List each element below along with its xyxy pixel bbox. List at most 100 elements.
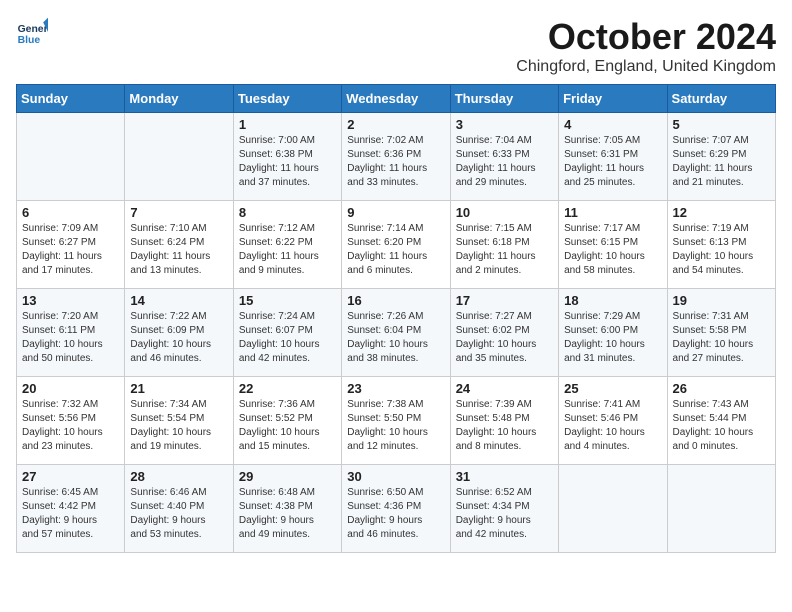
day-number: 12 [673, 205, 770, 220]
header: General Blue October 2024 Chingford, Eng… [16, 16, 776, 76]
calendar-cell: 26 Sunrise: 7:43 AM Sunset: 5:44 PM Dayli… [667, 377, 775, 465]
calendar-cell [125, 113, 233, 201]
day-info: Sunrise: 7:43 AM Sunset: 5:44 PM Dayligh… [673, 398, 770, 454]
calendar-cell: 17 Sunrise: 7:27 AM Sunset: 6:02 PM Dayli… [450, 289, 558, 377]
calendar-cell: 19 Sunrise: 7:31 AM Sunset: 5:58 PM Dayli… [667, 289, 775, 377]
day-number: 17 [456, 293, 553, 308]
header-row: SundayMondayTuesdayWednesdayThursdayFrid… [17, 85, 776, 113]
day-info: Sunrise: 7:02 AM Sunset: 6:36 PM Dayligh… [347, 134, 444, 190]
calendar-cell: 14 Sunrise: 7:22 AM Sunset: 6:09 PM Dayli… [125, 289, 233, 377]
calendar-cell: 10 Sunrise: 7:15 AM Sunset: 6:18 PM Dayli… [450, 201, 558, 289]
day-info: Sunrise: 7:24 AM Sunset: 6:07 PM Dayligh… [239, 310, 336, 366]
day-number: 27 [22, 469, 119, 484]
day-info: Sunrise: 7:32 AM Sunset: 5:56 PM Dayligh… [22, 398, 119, 454]
day-info: Sunrise: 7:09 AM Sunset: 6:27 PM Dayligh… [22, 222, 119, 278]
day-info: Sunrise: 7:12 AM Sunset: 6:22 PM Dayligh… [239, 222, 336, 278]
calendar-cell: 24 Sunrise: 7:39 AM Sunset: 5:48 PM Dayli… [450, 377, 558, 465]
day-header-monday: Monday [125, 85, 233, 113]
calendar-cell: 30 Sunrise: 6:50 AM Sunset: 4:36 PM Dayli… [342, 465, 450, 553]
day-info: Sunrise: 7:22 AM Sunset: 6:09 PM Dayligh… [130, 310, 227, 366]
day-number: 25 [564, 381, 661, 396]
day-header-friday: Friday [559, 85, 667, 113]
day-info: Sunrise: 7:17 AM Sunset: 6:15 PM Dayligh… [564, 222, 661, 278]
week-row-4: 20 Sunrise: 7:32 AM Sunset: 5:56 PM Dayli… [17, 377, 776, 465]
svg-text:General: General [18, 24, 48, 35]
day-info: Sunrise: 7:19 AM Sunset: 6:13 PM Dayligh… [673, 222, 770, 278]
week-row-2: 6 Sunrise: 7:09 AM Sunset: 6:27 PM Daylig… [17, 201, 776, 289]
day-number: 8 [239, 205, 336, 220]
week-row-1: 1 Sunrise: 7:00 AM Sunset: 6:38 PM Daylig… [17, 113, 776, 201]
day-header-sunday: Sunday [17, 85, 125, 113]
day-number: 13 [22, 293, 119, 308]
calendar-cell: 13 Sunrise: 7:20 AM Sunset: 6:11 PM Dayli… [17, 289, 125, 377]
day-info: Sunrise: 6:52 AM Sunset: 4:34 PM Dayligh… [456, 486, 553, 542]
calendar-cell: 5 Sunrise: 7:07 AM Sunset: 6:29 PM Daylig… [667, 113, 775, 201]
day-number: 23 [347, 381, 444, 396]
day-info: Sunrise: 7:14 AM Sunset: 6:20 PM Dayligh… [347, 222, 444, 278]
day-header-thursday: Thursday [450, 85, 558, 113]
day-number: 2 [347, 117, 444, 132]
calendar-cell: 4 Sunrise: 7:05 AM Sunset: 6:31 PM Daylig… [559, 113, 667, 201]
day-header-wednesday: Wednesday [342, 85, 450, 113]
day-info: Sunrise: 7:05 AM Sunset: 6:31 PM Dayligh… [564, 134, 661, 190]
day-info: Sunrise: 7:04 AM Sunset: 6:33 PM Dayligh… [456, 134, 553, 190]
day-number: 1 [239, 117, 336, 132]
calendar-cell: 20 Sunrise: 7:32 AM Sunset: 5:56 PM Dayli… [17, 377, 125, 465]
day-number: 14 [130, 293, 227, 308]
svg-text:Blue: Blue [18, 35, 41, 46]
day-number: 10 [456, 205, 553, 220]
calendar-cell: 7 Sunrise: 7:10 AM Sunset: 6:24 PM Daylig… [125, 201, 233, 289]
calendar-cell [559, 465, 667, 553]
calendar-cell: 28Sunrise: 6:46 AM Sunset: 4:40 PM Dayli… [125, 465, 233, 553]
day-info: Sunrise: 7:29 AM Sunset: 6:00 PM Dayligh… [564, 310, 661, 366]
day-info: Sunrise: 7:10 AM Sunset: 6:24 PM Dayligh… [130, 222, 227, 278]
day-number: 6 [22, 205, 119, 220]
day-info: Sunrise: 7:36 AM Sunset: 5:52 PM Dayligh… [239, 398, 336, 454]
day-info: Sunrise: 7:26 AM Sunset: 6:04 PM Dayligh… [347, 310, 444, 366]
day-number: 15 [239, 293, 336, 308]
calendar-cell: 2 Sunrise: 7:02 AM Sunset: 6:36 PM Daylig… [342, 113, 450, 201]
day-header-tuesday: Tuesday [233, 85, 341, 113]
day-info: Sunrise: 7:20 AM Sunset: 6:11 PM Dayligh… [22, 310, 119, 366]
calendar-cell [17, 113, 125, 201]
day-info: Sunrise: 7:07 AM Sunset: 6:29 PM Dayligh… [673, 134, 770, 190]
day-number: 26 [673, 381, 770, 396]
calendar-cell: 29Sunrise: 6:48 AM Sunset: 4:38 PM Dayli… [233, 465, 341, 553]
day-number: 5 [673, 117, 770, 132]
title-area: October 2024 Chingford, England, United … [516, 16, 776, 76]
day-info: Sunrise: 7:15 AM Sunset: 6:18 PM Dayligh… [456, 222, 553, 278]
day-info: Sunrise: 6:50 AM Sunset: 4:36 PM Dayligh… [347, 486, 444, 542]
day-number: 4 [564, 117, 661, 132]
calendar-cell: 23Sunrise: 7:38 AM Sunset: 5:50 PM Dayli… [342, 377, 450, 465]
calendar-cell: 9Sunrise: 7:14 AM Sunset: 6:20 PM Daylig… [342, 201, 450, 289]
day-info: Sunrise: 6:45 AM Sunset: 4:42 PM Dayligh… [22, 486, 119, 542]
location-title: Chingford, England, United Kingdom [516, 58, 776, 76]
day-info: Sunrise: 7:27 AM Sunset: 6:02 PM Dayligh… [456, 310, 553, 366]
day-number: 22 [239, 381, 336, 396]
day-number: 7 [130, 205, 227, 220]
day-info: Sunrise: 7:00 AM Sunset: 6:38 PM Dayligh… [239, 134, 336, 190]
logo-icon: General Blue [16, 16, 48, 48]
day-number: 20 [22, 381, 119, 396]
day-number: 19 [673, 293, 770, 308]
calendar-cell: 15 Sunrise: 7:24 AM Sunset: 6:07 PM Dayli… [233, 289, 341, 377]
day-number: 28 [130, 469, 227, 484]
calendar-cell: 11 Sunrise: 7:17 AM Sunset: 6:15 PM Dayli… [559, 201, 667, 289]
calendar-cell: 3Sunrise: 7:04 AM Sunset: 6:33 PM Daylig… [450, 113, 558, 201]
day-info: Sunrise: 7:34 AM Sunset: 5:54 PM Dayligh… [130, 398, 227, 454]
calendar-cell: 22 Sunrise: 7:36 AM Sunset: 5:52 PM Dayli… [233, 377, 341, 465]
logo: General Blue [16, 16, 48, 48]
calendar-cell: 8 Sunrise: 7:12 AM Sunset: 6:22 PM Daylig… [233, 201, 341, 289]
day-number: 11 [564, 205, 661, 220]
day-info: Sunrise: 6:48 AM Sunset: 4:38 PM Dayligh… [239, 486, 336, 542]
calendar-cell: 31 Sunrise: 6:52 AM Sunset: 4:34 PM Dayli… [450, 465, 558, 553]
calendar-cell: 1 Sunrise: 7:00 AM Sunset: 6:38 PM Daylig… [233, 113, 341, 201]
day-number: 30 [347, 469, 444, 484]
day-info: Sunrise: 7:39 AM Sunset: 5:48 PM Dayligh… [456, 398, 553, 454]
calendar-cell: 16Sunrise: 7:26 AM Sunset: 6:04 PM Dayli… [342, 289, 450, 377]
day-number: 24 [456, 381, 553, 396]
day-number: 31 [456, 469, 553, 484]
calendar-cell: 12 Sunrise: 7:19 AM Sunset: 6:13 PM Dayli… [667, 201, 775, 289]
day-number: 21 [130, 381, 227, 396]
day-info: Sunrise: 7:31 AM Sunset: 5:58 PM Dayligh… [673, 310, 770, 366]
